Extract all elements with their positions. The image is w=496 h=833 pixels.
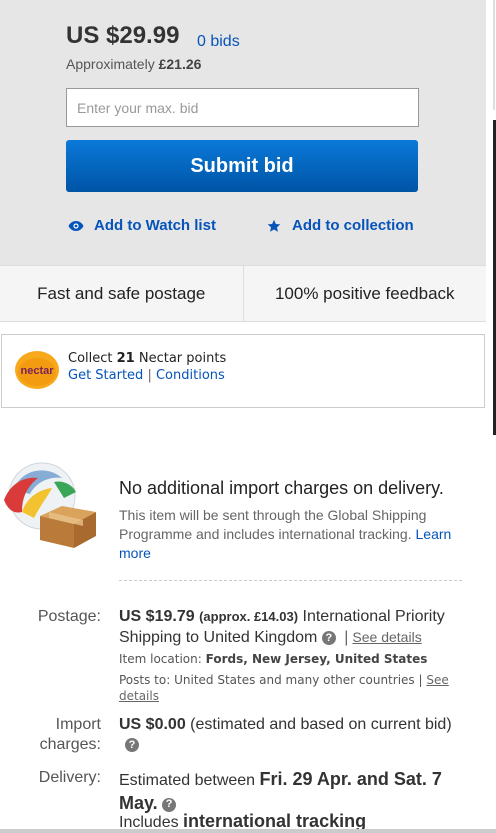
nectar-points: 21: [116, 351, 135, 366]
nectar-collect-text: Collect 21 Nectar points: [68, 351, 226, 366]
current-price: US $29.99: [66, 22, 180, 49]
import-note: (estimated and based on current bid): [190, 716, 452, 733]
gsp-description-text: This item will be sent through the Globa…: [119, 507, 427, 542]
postage-details: US $19.79 (approx. £14.03) International…: [119, 607, 479, 648]
posts-to: Posts to: United States and many other c…: [119, 672, 459, 704]
postage-separator: |: [344, 629, 349, 646]
feature-fast-postage: Fast and safe postage: [37, 283, 206, 303]
question-circle-icon[interactable]: ?: [321, 630, 336, 645]
divider: [119, 580, 462, 581]
delivery-tracking-text: international tracking: [183, 811, 367, 831]
approximate-price: Approximately £21.26: [66, 56, 201, 72]
approx-value: £21.26: [158, 56, 202, 72]
question-circle-icon[interactable]: ?: [162, 797, 177, 812]
posts-to-separator: |: [418, 673, 423, 687]
item-location: Item location: Fords, New Jersey, United…: [119, 652, 427, 666]
delivery-prefix: Estimated between: [119, 772, 256, 789]
star-icon: [266, 218, 282, 234]
nectar-conditions-link[interactable]: Conditions: [156, 368, 225, 383]
item-location-label: Item location:: [119, 652, 202, 666]
posts-to-label: Posts to:: [119, 673, 171, 687]
import-charges-details: US $0.00 (estimated and based on current…: [119, 715, 479, 735]
postage-approx: (approx. £14.03): [199, 609, 299, 624]
delivery-estimate: Estimated between Fri. 29 Apr. and Sat. …: [119, 768, 469, 816]
postage-see-details-link[interactable]: See details: [352, 629, 421, 645]
question-circle-icon[interactable]: ?: [125, 738, 139, 752]
right-divider-top: [493, 0, 495, 110]
bottom-divider: [0, 829, 496, 833]
import-charges-label: Import charges:: [39, 716, 101, 753]
delivery-label: Delivery:: [38, 769, 101, 786]
import-price: US $0.00: [119, 716, 186, 733]
bids-count-link[interactable]: 0 bids: [197, 33, 240, 51]
features-bar: Fast and safe postage 100% positive feed…: [0, 265, 486, 322]
watch-list-label: Add to Watch list: [94, 217, 216, 234]
nectar-logo: nectar: [15, 351, 59, 389]
postage-price: US $19.79: [119, 608, 195, 625]
add-to-watch-list-link[interactable]: Add to Watch list: [68, 217, 216, 234]
globe-parcel-icon: [4, 462, 96, 548]
gsp-description: This item will be sent through the Globa…: [119, 506, 475, 563]
max-bid-input[interactable]: [66, 88, 419, 127]
nectar-collect-prefix: Collect: [68, 351, 113, 366]
eye-icon: [68, 218, 84, 234]
submit-bid-button[interactable]: Submit bid: [66, 140, 418, 192]
nectar-links: Get Started | Conditions: [68, 368, 225, 383]
posts-to-value: United States and many other countries: [174, 673, 415, 687]
nectar-get-started-link[interactable]: Get Started: [68, 368, 143, 383]
collection-label: Add to collection: [292, 217, 414, 234]
nectar-separator: |: [147, 368, 152, 383]
postage-label: Postage:: [37, 608, 101, 625]
gsp-title: No additional import charges on delivery…: [119, 478, 444, 498]
nectar-collect-suffix: Nectar points: [138, 351, 227, 366]
nectar-promo: nectar Collect 21 Nectar points Get Star…: [1, 334, 485, 408]
item-location-value: Fords, New Jersey, United States: [205, 652, 428, 666]
feature-positive-feedback: 100% positive feedback: [242, 266, 487, 321]
approx-prefix: Approximately: [66, 56, 155, 72]
add-to-collection-link[interactable]: Add to collection: [266, 217, 414, 234]
nectar-logo-text: nectar: [20, 365, 54, 377]
